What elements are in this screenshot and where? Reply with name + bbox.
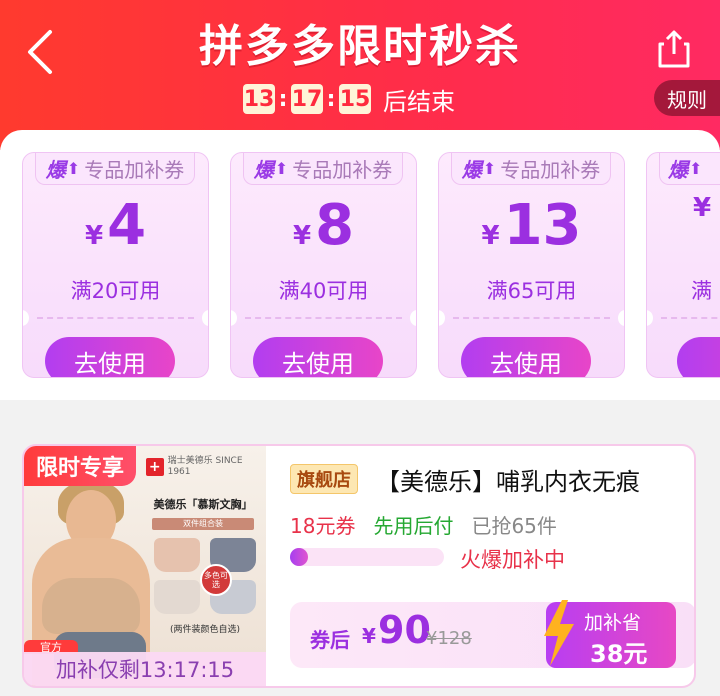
coupon-tag-label: 专品加补券 xyxy=(84,158,185,182)
use-coupon-button[interactable]: 去使用 xyxy=(461,337,591,377)
original-price: ¥128 xyxy=(426,628,472,649)
coupon-tag-label: 专品加补券 xyxy=(500,158,601,182)
divider xyxy=(245,317,402,319)
divider xyxy=(453,317,610,319)
limit-badge: 限时专享 xyxy=(24,446,136,486)
share-icon xyxy=(658,30,690,68)
coupon-panel: 爆 ⬆ 专品加补券 ¥4 满20可用 去使用 爆 ⬆ 专品加补券 ¥8 满40可… xyxy=(0,130,720,400)
image-strip: 双件组合装 xyxy=(152,518,254,530)
coupon-condition: 满65可用 xyxy=(486,279,577,303)
coupon-card-partial: 爆 ⬆ ¥ 满 xyxy=(646,152,720,378)
currency-symbol: ¥ xyxy=(481,221,500,251)
coupon-amount: ¥4 xyxy=(23,193,208,258)
coupon-notch xyxy=(231,310,237,326)
coupon-tag-prefix: 爆 xyxy=(253,158,274,182)
countdown-suffix: 后结束 xyxy=(383,87,455,116)
progress-bar xyxy=(290,548,444,566)
brand-text: 瑞士美德乐 SINCE 1961 xyxy=(167,456,243,477)
coupon-text: 18元券 xyxy=(290,513,356,538)
rules-button[interactable]: 规则 xyxy=(654,80,720,116)
swiss-cross-icon: + xyxy=(146,458,164,476)
coupon-amount: ¥8 xyxy=(231,193,416,258)
countdown-hours: 13 xyxy=(243,84,275,114)
countdown-seconds: 15 xyxy=(339,84,371,114)
coupon-notch xyxy=(410,310,416,326)
use-coupon-button[interactable] xyxy=(677,337,720,377)
coupon-card: 爆 ⬆ 专品加补券 ¥4 满20可用 去使用 xyxy=(22,152,209,378)
product-meta: 18元券 先用后付 已抢65件 xyxy=(290,510,557,538)
coupon-tag: 爆 ⬆ 专品加补券 xyxy=(35,153,195,185)
divider xyxy=(661,317,720,319)
brand-logo: + 瑞士美德乐 SINCE 1961 xyxy=(146,452,266,482)
subsidy-timer: 加补仅剩13:17:15 xyxy=(24,652,266,686)
coupon-condition: 满40可用 xyxy=(278,279,369,303)
coupon-notch xyxy=(439,310,445,326)
coupon-tag-label: 专品加补券 xyxy=(292,158,393,182)
image-note: (两件装颜色自选) xyxy=(169,625,241,635)
coupon-notch xyxy=(23,310,29,326)
pay-later-text: 先用后付 xyxy=(373,513,454,538)
header: 拼多多限时秒杀 13 : 17 : 15 后结束 规则 xyxy=(0,0,720,150)
currency-symbol: ¥ xyxy=(292,221,312,251)
coupon-tag-prefix: 爆 xyxy=(45,158,66,182)
coupon-notch xyxy=(647,310,653,326)
countdown-separator: : xyxy=(278,86,288,112)
coupon-value: 4 xyxy=(107,193,147,258)
countdown-minutes: 17 xyxy=(291,84,323,114)
bra-swatch xyxy=(154,538,200,572)
model-bra xyxy=(42,578,140,634)
product-info: 旗舰店 【美德乐】哺乳内衣无痕 18元券 先用后付 已抢65件 火爆加补中 券后… xyxy=(290,446,694,686)
use-coupon-button[interactable]: 去使用 xyxy=(253,337,383,377)
coupon-tag: 爆 ⬆ 专品加补券 xyxy=(243,153,403,185)
progress-label: 火爆加补中 xyxy=(460,548,565,572)
flagship-store-badge: 旗舰店 xyxy=(290,464,358,494)
divider xyxy=(37,317,194,319)
coupon-card: 爆 ⬆ 专品加补券 ¥8 满40可用 去使用 xyxy=(230,152,417,378)
arrow-up-icon: ⬆ xyxy=(689,159,703,178)
bra-swatch xyxy=(154,580,200,614)
multi-color-badge: 多色可选 xyxy=(200,564,232,596)
currency-symbol: ¥ xyxy=(362,624,376,648)
countdown-separator: : xyxy=(326,86,336,112)
coupon-tag: 爆 ⬆ 专品加补券 xyxy=(451,153,611,185)
coupon-tag-prefix: 爆 xyxy=(461,158,482,182)
progress-fill xyxy=(290,548,308,566)
after-coupon-price: 90 xyxy=(378,608,431,652)
coupon-condition: 满 xyxy=(691,279,712,303)
currency-symbol: ¥ xyxy=(693,193,712,223)
sold-count: 已抢65件 xyxy=(471,513,557,538)
image-headline: 美德乐「慕斯文胸」 xyxy=(153,498,253,511)
coupon-notch xyxy=(618,310,624,326)
page-title: 拼多多限时秒杀 xyxy=(199,21,521,72)
lightning-icon xyxy=(544,600,574,666)
countdown: 13 : 17 : 15 后结束 xyxy=(243,82,455,116)
currency-symbol: ¥ xyxy=(84,221,104,251)
coupon-value: 8 xyxy=(315,193,355,258)
subsidy-label: 加补省 xyxy=(584,612,642,634)
use-coupon-button[interactable]: 去使用 xyxy=(45,337,175,377)
coupon-tag-prefix: 爆 xyxy=(668,158,688,182)
coupon-notch xyxy=(202,310,208,326)
coupon-amount: ¥13 xyxy=(439,193,624,258)
coupon-condition: 满20可用 xyxy=(70,279,161,303)
coupon-tag: 爆 ⬆ xyxy=(659,153,720,185)
price-bar: 券后 ¥ 90 ¥128 加补省 38元 xyxy=(290,600,694,668)
arrow-up-icon: ⬆ xyxy=(66,159,81,178)
arrow-up-icon: ⬆ xyxy=(482,159,497,178)
product-title[interactable]: 【美德乐】哺乳内衣无痕 xyxy=(376,462,640,497)
share-button[interactable] xyxy=(656,28,692,70)
subsidy-button[interactable]: 加补省 38元 xyxy=(544,600,676,668)
product-image[interactable]: 限时专享 + 瑞士美德乐 SINCE 1961 美德乐「慕斯文胸」 双件组合装 … xyxy=(24,446,266,686)
after-coupon-label: 券后 xyxy=(310,628,350,652)
product-card[interactable]: 限时专享 + 瑞士美德乐 SINCE 1961 美德乐「慕斯文胸」 双件组合装 … xyxy=(22,444,696,688)
coupon-card: 爆 ⬆ 专品加补券 ¥13 满65可用 去使用 xyxy=(438,152,625,378)
coupon-value: 13 xyxy=(503,193,582,258)
subsidy-amount: 38元 xyxy=(590,640,648,668)
arrow-up-icon: ⬆ xyxy=(274,159,289,178)
coupon-amount: ¥ xyxy=(647,193,720,223)
